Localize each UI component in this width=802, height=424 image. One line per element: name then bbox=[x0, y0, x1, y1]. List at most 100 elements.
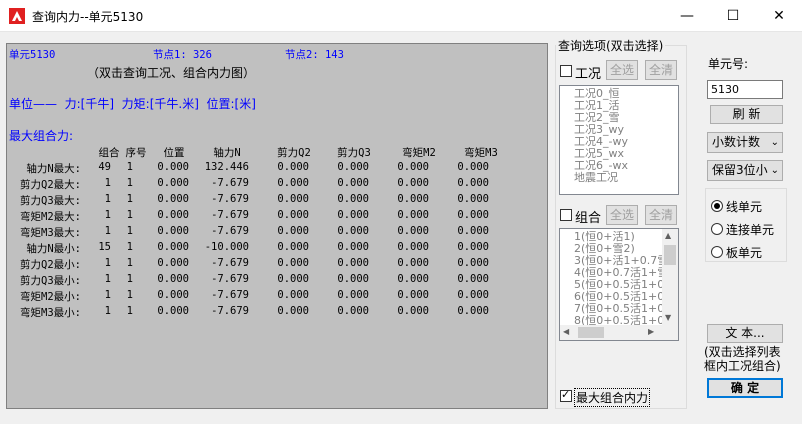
table-cell: 0.000 bbox=[457, 273, 489, 285]
hscroll-thumb[interactable] bbox=[578, 327, 604, 338]
text-hint: (双击选择列表框内工况组合) bbox=[704, 345, 781, 373]
table-cell: 0.000 bbox=[457, 209, 489, 221]
table-cell: -7.679 bbox=[211, 273, 249, 285]
radio-line-label: 线单元 bbox=[726, 200, 763, 214]
results-panel[interactable]: 单元5130 节点1: 326 节点2: 143 （双击查询工况、组合内力图） … bbox=[6, 43, 548, 409]
column-header: 弯矩M3 bbox=[464, 147, 498, 159]
table-cell: 0.000 bbox=[157, 257, 189, 269]
table-cell: 0.000 bbox=[457, 225, 489, 237]
table-cell: -7.679 bbox=[211, 177, 249, 189]
case-list: 工况0_恒 工况1_活 工况2_雪 工况3_wy 工况4_-wy 工况5_wx 工况6_-w… bbox=[560, 88, 678, 184]
table-cell: 0.000 bbox=[457, 161, 489, 173]
scroll-left-icon[interactable]: ◀ bbox=[563, 327, 569, 336]
max-combo-label: 最大组合内力 bbox=[574, 388, 651, 407]
close-button[interactable]: ✕ bbox=[756, 0, 802, 31]
maximize-icon: ☐ bbox=[726, 7, 740, 24]
window-title: 查询内力--单元5130 bbox=[32, 10, 144, 24]
combo-label: 组合 bbox=[575, 211, 602, 226]
table-cell: 0.000 bbox=[157, 193, 189, 205]
decimal-places-value: 保留3位小 bbox=[712, 163, 768, 177]
radio-link-element[interactable] bbox=[711, 223, 723, 235]
table-cell: 0.000 bbox=[337, 273, 369, 285]
radio-line-element[interactable] bbox=[711, 200, 723, 212]
table-cell: 0.000 bbox=[277, 225, 309, 237]
table-cell: -7.679 bbox=[211, 305, 249, 317]
table-cell: 1 bbox=[126, 225, 133, 237]
table-cell: 0.000 bbox=[397, 225, 429, 237]
case-listbox[interactable]: 工况0_恒 工况1_活 工况2_雪 工况3_wy 工况4_-wy 工况5_wx 工况6_-w… bbox=[559, 85, 679, 195]
combo-hscrollbar[interactable]: ◀ ▶ bbox=[560, 325, 678, 340]
close-icon: ✕ bbox=[773, 7, 785, 24]
table-cell: 0.000 bbox=[397, 257, 429, 269]
table-cell: 0.000 bbox=[157, 241, 189, 253]
max-combo-checkbox[interactable]: ✓ bbox=[560, 388, 572, 402]
table-cell: 0.000 bbox=[277, 289, 309, 301]
decimal-mode-select[interactable]: 小数计数 ⌄ bbox=[707, 132, 783, 153]
element-label: 单元5130 bbox=[9, 49, 56, 61]
table-cell: 0.000 bbox=[337, 161, 369, 173]
table-cell: 0.000 bbox=[157, 161, 189, 173]
table-cell: 1 bbox=[126, 257, 133, 269]
combo-listbox[interactable]: 1(恒0+活1) 2(恒0+雪2) 3(恒0+活1+0.7雪 4(恒0+0.7活1+雪… bbox=[559, 228, 679, 341]
table-cell: 1 bbox=[126, 209, 133, 221]
case-select-all-button[interactable]: 全选 bbox=[606, 60, 638, 80]
autocad-app-icon bbox=[9, 8, 25, 24]
decimal-places-select[interactable]: 保留3位小 ⌄ bbox=[707, 160, 783, 181]
table-cell: 0.000 bbox=[277, 273, 309, 285]
table-cell: -7.679 bbox=[211, 193, 249, 205]
table-cell: 0.000 bbox=[157, 177, 189, 189]
table-cell: 0.000 bbox=[397, 289, 429, 301]
table-cell: 1 bbox=[126, 177, 133, 189]
table-cell: 0.000 bbox=[397, 177, 429, 189]
combo-select-all-button[interactable]: 全选 bbox=[606, 205, 638, 225]
table-cell: 0.000 bbox=[337, 257, 369, 269]
column-header: 弯矩M2 bbox=[402, 147, 436, 159]
text-button[interactable]: 文 本... bbox=[707, 324, 783, 343]
scroll-up-icon[interactable]: ▲ bbox=[665, 231, 671, 240]
table-cell: 0.000 bbox=[337, 225, 369, 237]
table-cell: 0.000 bbox=[397, 193, 429, 205]
table-cell: 0.000 bbox=[277, 161, 309, 173]
scroll-down-icon[interactable]: ▼ bbox=[665, 313, 671, 322]
section-title: 最大组合力: bbox=[9, 129, 74, 143]
table-cell: 0.000 bbox=[277, 177, 309, 189]
combo-list: 1(恒0+活1) 2(恒0+雪2) 3(恒0+活1+0.7雪 4(恒0+0.7活1+雪… bbox=[560, 231, 664, 327]
table-cell: 0.000 bbox=[277, 305, 309, 317]
combo-clear-all-button[interactable]: 全清 bbox=[645, 205, 677, 225]
combo-vscrollbar[interactable]: ▲ ▼ bbox=[662, 229, 678, 326]
chevron-down-icon: ⌄ bbox=[770, 161, 779, 180]
table-cell: 0.000 bbox=[157, 225, 189, 237]
table-cell: 0.000 bbox=[457, 305, 489, 317]
case-list-item[interactable]: 地震工况 bbox=[560, 172, 678, 184]
column-header: 剪力Q3 bbox=[337, 147, 371, 159]
table-cell: -7.679 bbox=[211, 225, 249, 237]
minimize-button[interactable]: — bbox=[664, 0, 710, 31]
table-cell: 0.000 bbox=[337, 193, 369, 205]
element-no-input[interactable]: 5130 bbox=[707, 80, 783, 99]
scroll-thumb[interactable] bbox=[664, 245, 676, 265]
case-clear-all-button[interactable]: 全清 bbox=[645, 60, 677, 80]
table-cell: -10.000 bbox=[204, 241, 249, 253]
refresh-button[interactable]: 刷 新 bbox=[710, 105, 783, 124]
table-cell: 0.000 bbox=[457, 177, 489, 189]
radio-plate-element[interactable] bbox=[711, 246, 723, 258]
table-cell: 0.000 bbox=[457, 241, 489, 253]
table-cell: 0.000 bbox=[397, 241, 429, 253]
scroll-right-icon[interactable]: ▶ bbox=[648, 327, 654, 336]
combo-checkbox[interactable] bbox=[560, 209, 572, 221]
title-bar: 查询内力--单元5130 — ☐ ✕ bbox=[0, 0, 802, 31]
table-cell: 0.000 bbox=[157, 273, 189, 285]
table-cell: 0.000 bbox=[457, 193, 489, 205]
table-cell: 0.000 bbox=[337, 241, 369, 253]
table-cell: 0.000 bbox=[457, 289, 489, 301]
table-cell: 1 bbox=[126, 193, 133, 205]
column-header: 轴力N bbox=[213, 147, 241, 159]
table-cell: 0.000 bbox=[277, 257, 309, 269]
table-cell: 0.000 bbox=[397, 305, 429, 317]
maximize-button[interactable]: ☐ bbox=[710, 0, 756, 31]
ok-button[interactable]: 确 定 bbox=[707, 378, 783, 398]
table-cell: 1 bbox=[126, 241, 133, 253]
case-checkbox[interactable] bbox=[560, 65, 572, 77]
column-header: 位置 bbox=[163, 147, 185, 159]
units-line: 单位—— 力:[千牛] 力矩:[千牛.米] 位置:[米] bbox=[9, 97, 256, 111]
